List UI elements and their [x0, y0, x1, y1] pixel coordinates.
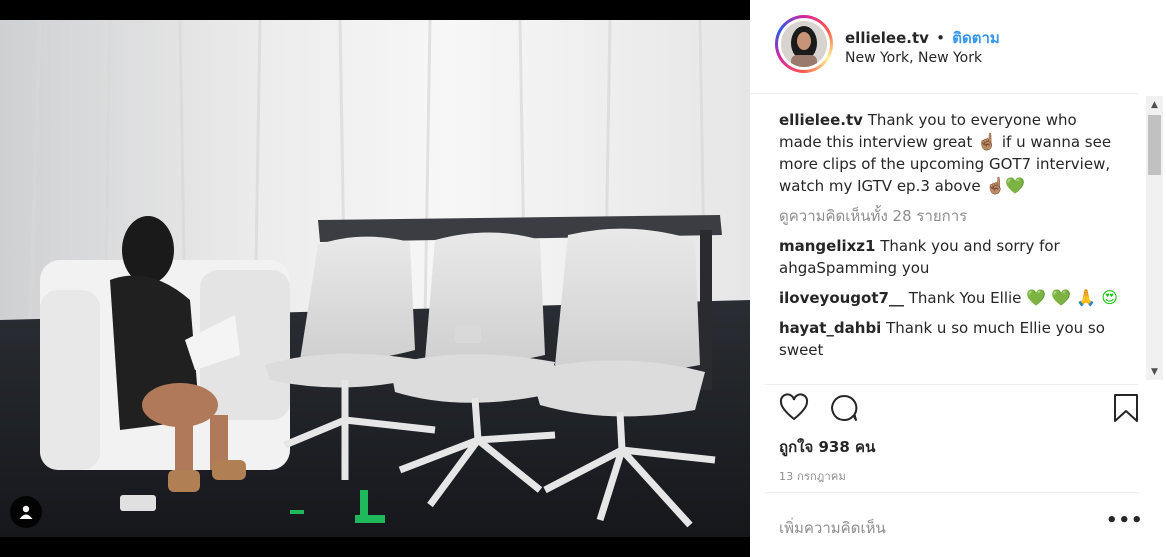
- comment-username[interactable]: mangelixz1: [779, 237, 875, 255]
- comments-scrollbar[interactable]: ▲ ▼: [1146, 96, 1163, 380]
- comment-button[interactable]: [828, 392, 860, 428]
- comment-emoji: 💚 💚 🙏 😍: [1026, 288, 1118, 307]
- tag-people-button[interactable]: [10, 496, 42, 528]
- location-link[interactable]: New York, New York: [845, 50, 982, 66]
- post-actions: [750, 392, 1138, 432]
- speech-bubble-icon: [831, 394, 858, 421]
- post-photo[interactable]: [0, 20, 750, 537]
- comment-username[interactable]: iloveyougot7__: [779, 289, 904, 307]
- bookmark-icon: [1114, 394, 1138, 422]
- comments-list[interactable]: ellielee.tv Thank you to everyone who ma…: [779, 109, 1119, 384]
- header-username[interactable]: ellielee.tv: [845, 29, 929, 47]
- user-tag-icon: [19, 505, 33, 519]
- heart-outline-icon: [779, 393, 809, 421]
- photo-illustration: [0, 20, 750, 537]
- comment-item: iloveyougot7__ Thank You Ellie 💚 💚 🙏 😍: [779, 287, 1119, 309]
- save-button[interactable]: [1112, 392, 1140, 428]
- comment-item: mangelixz1 Thank you and sorry for ahgaS…: [779, 235, 1119, 279]
- scroll-up-arrow-icon[interactable]: ▲: [1146, 96, 1163, 113]
- more-options-button[interactable]: •••: [1106, 510, 1144, 531]
- green-heart-emoji: 💚: [1005, 176, 1026, 195]
- pointing-up-emoji: ☝🏽: [977, 132, 998, 151]
- post-date[interactable]: 13 กรกฎาคม: [779, 467, 846, 485]
- avatar[interactable]: [775, 15, 833, 73]
- like-button[interactable]: [778, 392, 810, 428]
- avatar-image: [781, 21, 827, 67]
- post-media[interactable]: [0, 0, 750, 557]
- likes-count[interactable]: ถูกใจ 938 คน: [779, 435, 875, 459]
- comment-username[interactable]: hayat_dahbi: [779, 319, 881, 337]
- caption-username[interactable]: ellielee.tv: [779, 111, 863, 129]
- header-user-line: ellielee.tv • ติดตาม: [845, 26, 1000, 50]
- caption: ellielee.tv Thank you to everyone who ma…: [779, 109, 1119, 197]
- comment-text: Thank You Ellie: [908, 289, 1022, 307]
- scroll-down-arrow-icon[interactable]: ▼: [1146, 363, 1163, 380]
- add-comment-input[interactable]: เพิ่มความคิดเห็น: [779, 516, 886, 540]
- comment-item: hayat_dahbi Thank u so much Ellie you so…: [779, 317, 1119, 361]
- divider: [765, 492, 1138, 493]
- scroll-thumb[interactable]: [1148, 115, 1161, 175]
- view-all-comments-link[interactable]: ดูความคิดเห็นทั้ง 28 รายการ: [779, 205, 1119, 227]
- follow-button[interactable]: ติดตาม: [952, 29, 1000, 47]
- post-details-panel: ellielee.tv • ติดตาม New York, New York …: [750, 0, 1166, 557]
- header-separator: •: [936, 29, 945, 47]
- divider: [765, 384, 1138, 385]
- pointing-up-emoji: ☝🏽: [985, 176, 1006, 195]
- post-header: ellielee.tv • ติดตาม New York, New York: [750, 0, 1138, 94]
